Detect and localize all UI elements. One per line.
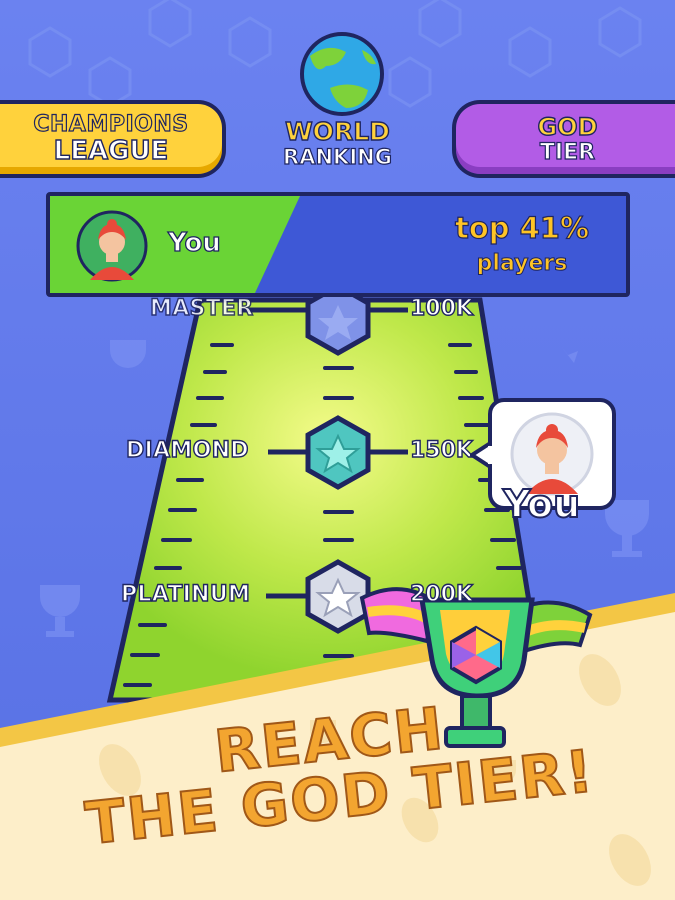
player-rank-percent: top 41% [454,211,590,245]
player-name: You [167,227,221,258]
tab-line2: TIER [539,139,596,165]
tier-score-diamond: 150K [409,437,473,463]
player-rank-banner: You top 41% players [46,192,630,297]
tab-line1: CHAMPIONS [33,112,189,137]
diamond-badge-icon [305,415,371,490]
tab-world-ranking[interactable]: WORLD RANKING [230,78,445,174]
tab-line1: WORLD [284,116,390,146]
player-avatar [76,210,148,282]
tab-god-tier[interactable]: GOD TIER [452,100,675,178]
tier-label-platinum: PLATINUM [120,581,251,607]
marker-pointer [470,440,492,470]
tab-line2: RANKING [282,144,392,169]
player-rank-subtitle: players [476,251,568,277]
tier-label-diamond: DIAMOND [125,437,249,463]
tier-score-platinum: 200K [409,581,473,607]
tab-line1: GOD [537,112,598,141]
tab-champions-league[interactable]: CHAMPIONS LEAGUE [0,100,226,178]
platinum-badge-icon [305,559,371,634]
tier-label-master: MASTER [149,295,254,321]
marker-label: You [502,481,581,527]
tier-score-master: 100K [409,295,473,321]
tab-line2: LEAGUE [53,136,169,166]
